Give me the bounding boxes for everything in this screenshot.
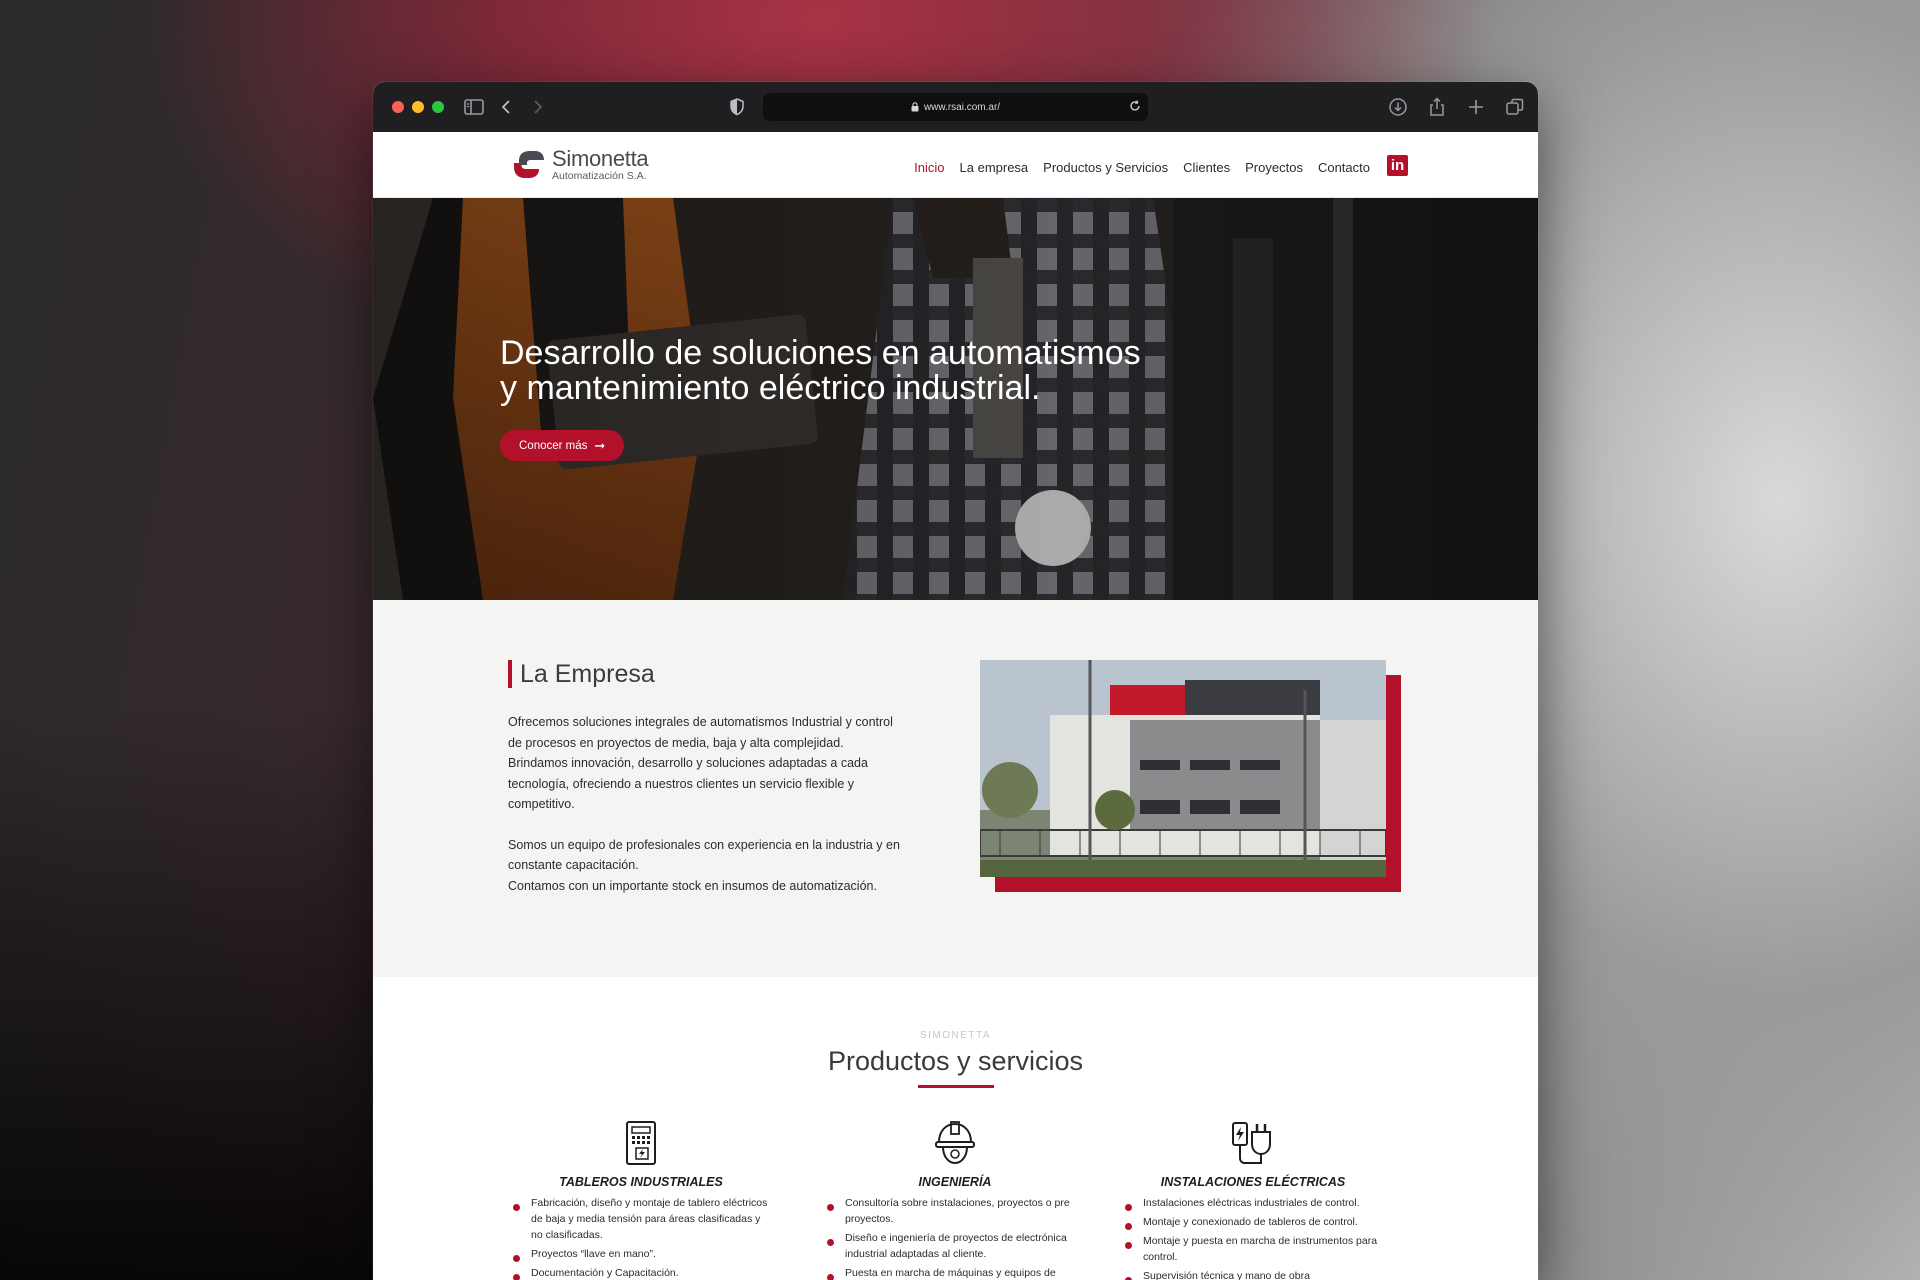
lock-icon	[911, 102, 919, 112]
la-empresa-heading: La Empresa	[508, 660, 655, 688]
paragraph-1-line: Ofrecemos soluciones integrales de autom…	[508, 715, 893, 729]
nav-item-proyectos[interactable]: Proyectos	[1245, 160, 1303, 175]
minimize-window-button[interactable]	[412, 101, 424, 113]
la-empresa-paragraph-1: Ofrecemos soluciones integrales de autom…	[508, 712, 943, 815]
hero-section: Desarrollo de soluciones en automatismos…	[373, 198, 1538, 600]
nav-item-la-empresa[interactable]: La empresa	[960, 160, 1029, 175]
share-icon[interactable]	[1425, 95, 1449, 119]
nav-item-contacto[interactable]: Contacto	[1318, 160, 1370, 175]
paragraph-2-line: Contamos con un importante stock en insu…	[508, 878, 877, 893]
paragraph-1-line: Brindamos innovación, desarrollo y soluc…	[508, 756, 868, 770]
linkedin-icon[interactable]: in	[1387, 155, 1408, 176]
logo-subtitle: Automatización S.A.	[552, 170, 647, 183]
service-title: INGENIERÍA	[918, 1175, 992, 1189]
paragraph-1-line: competitivo.	[508, 797, 575, 811]
hero-title-line-2: y mantenimiento eléctrico industrial.	[500, 369, 1041, 407]
electrical-panel-icon	[626, 1121, 656, 1165]
close-window-button[interactable]	[392, 101, 404, 113]
address-bar[interactable]: www.rsai.com.ar/	[763, 93, 1148, 121]
url-text: www.rsai.com.ar/	[923, 101, 1001, 113]
new-tab-icon[interactable]	[1464, 95, 1488, 119]
services-title-underline	[918, 1085, 994, 1088]
service-list: Instalaciones eléctricas industriales de…	[1123, 1195, 1383, 1280]
electric-plug-icon	[1232, 1122, 1271, 1164]
privacy-shield-icon[interactable]	[725, 95, 749, 119]
service-item: Supervisión técnica y mano de obra	[1123, 1268, 1383, 1280]
conocer-mas-button[interactable]: Conocer más ➞	[500, 430, 625, 461]
service-item: Documentación y Capacitación.	[511, 1265, 771, 1280]
service-list: Fabricación, diseño y montaje de tablero…	[511, 1195, 771, 1280]
hero-title: Desarrollo de soluciones en automatismos…	[500, 336, 1200, 406]
services-title: Productos y servicios	[827, 1046, 1084, 1076]
service-item: Diseño e ingeniería de proyectos de elec…	[825, 1230, 1085, 1262]
service-column-tableros: TABLEROS INDUSTRIALES Fabricación, diseñ…	[511, 1120, 771, 1280]
conocer-mas-label: Conocer más	[519, 439, 588, 452]
main-nav: Inicio La empresa Productos y Servicios …	[899, 155, 1408, 178]
la-empresa-text: Ofrecemos soluciones integrales de autom…	[508, 712, 943, 916]
la-empresa-paragraph-2: Somos un equipo de profesionales con exp…	[508, 835, 943, 897]
service-item: Puesta en marcha de máquinas y equipos d…	[825, 1265, 1085, 1280]
service-item: Montaje y conexionado de tableros de con…	[1123, 1214, 1383, 1230]
service-title: TABLEROS INDUSTRIALES	[559, 1175, 723, 1189]
productos-y-servicios-section: SIMONETTA Productos y servicios TABLEROS…	[373, 977, 1538, 1280]
engineer-helmet-icon	[935, 1121, 975, 1165]
site-header: Simonetta Automatización S.A. Inicio La …	[373, 132, 1538, 198]
la-empresa-section: La Empresa Ofrecemos soluciones integral…	[373, 600, 1538, 977]
paragraph-2-line: constante capacitación.	[508, 858, 639, 872]
service-item: Consultoría sobre instalaciones, proyect…	[825, 1195, 1085, 1227]
reload-icon[interactable]	[1128, 99, 1142, 113]
service-item: Montaje y puesta en marcha de instrument…	[1123, 1233, 1383, 1265]
logo-name: Simonetta	[552, 146, 649, 172]
service-column-instalaciones: INSTALACIONES ELÉCTRICAS Instalaciones e…	[1123, 1120, 1383, 1280]
tab-overview-icon[interactable]	[1503, 95, 1527, 119]
service-item: Proyectos “llave en mano”.	[511, 1246, 771, 1262]
site-logo[interactable]: Simonetta Automatización S.A.	[510, 146, 649, 183]
back-icon[interactable]	[495, 95, 519, 119]
building-illustration	[980, 660, 1386, 877]
forward-icon[interactable]	[525, 95, 549, 119]
service-item: Fabricación, diseño y montaje de tablero…	[511, 1195, 771, 1243]
nav-item-inicio[interactable]: Inicio	[914, 160, 944, 175]
service-title: INSTALACIONES ELÉCTRICAS	[1160, 1175, 1346, 1189]
paragraph-2-line: Somos un equipo de profesionales con exp…	[508, 837, 900, 852]
service-column-ingenieria: INGENIERÍA Consultoría sobre instalacion…	[825, 1120, 1085, 1280]
nav-item-productos-y-servicios[interactable]: Productos y Servicios	[1043, 160, 1168, 175]
nav-item-clientes[interactable]: Clientes	[1183, 160, 1230, 175]
simonetta-logo-icon	[514, 151, 544, 178]
browser-window: www.rsai.com.ar/ Simonetta Automatizació…	[373, 82, 1538, 1280]
paragraph-1-line: de procesos en proyectos de media, baja …	[508, 735, 844, 750]
browser-toolbar: www.rsai.com.ar/	[373, 82, 1538, 132]
company-building-photo	[980, 660, 1386, 877]
paragraph-1-line: tecnología, ofreciendo a nuestros client…	[508, 776, 855, 791]
service-list: Consultoría sobre instalaciones, proyect…	[825, 1195, 1085, 1280]
hero-title-line-1: Desarrollo de soluciones en automatismos	[500, 334, 1141, 372]
background-shadow	[0, 700, 380, 1280]
arrow-right-icon: ➞	[594, 437, 606, 453]
sidebar-icon[interactable]	[462, 95, 486, 119]
download-icon[interactable]	[1386, 95, 1410, 119]
services-eyebrow: SIMONETTA	[919, 1030, 992, 1041]
service-item: Instalaciones eléctricas industriales de…	[1123, 1195, 1383, 1211]
zoom-window-button[interactable]	[432, 101, 444, 113]
